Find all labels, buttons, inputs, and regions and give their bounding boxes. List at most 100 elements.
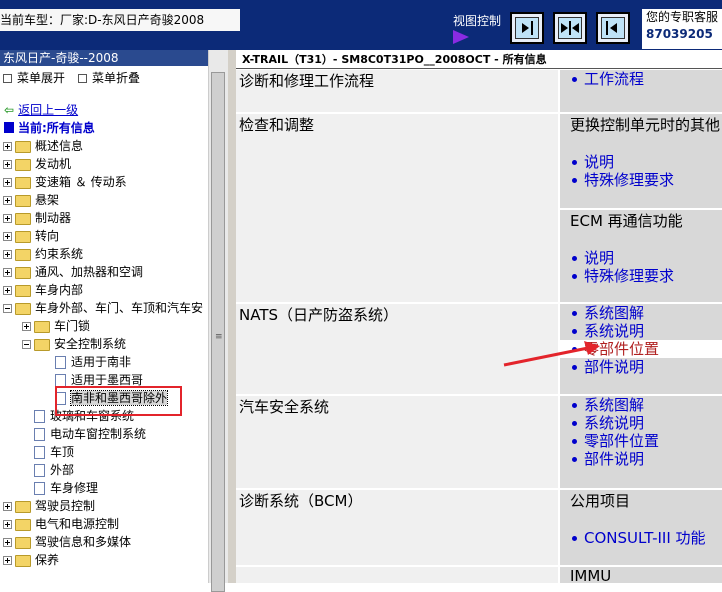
square-icon xyxy=(3,74,12,83)
tree-item[interactable]: 概述信息 xyxy=(3,137,83,155)
tree-item[interactable]: 制动器 xyxy=(3,209,71,227)
tree-item[interactable]: 电气和电源控制 xyxy=(3,515,119,533)
section-cell: 诊断和修理工作流程 xyxy=(236,70,558,112)
tree-item-label: 驾驶信息和多媒体 xyxy=(35,535,132,549)
doc-link[interactable]: CONSULT-III 功能 xyxy=(560,529,722,547)
collapse-all-button[interactable]: 菜单折叠 xyxy=(78,69,140,86)
annotation-box xyxy=(55,386,182,416)
expand-icon[interactable] xyxy=(3,160,12,169)
section-title: 诊断系统（BCM） xyxy=(239,492,363,510)
view-right-panel-button[interactable] xyxy=(596,12,630,44)
expand-icon[interactable] xyxy=(3,214,12,223)
collapse-icon[interactable] xyxy=(22,340,31,349)
tree-item[interactable]: 车顶 xyxy=(34,443,74,461)
expand-icon[interactable] xyxy=(22,322,31,331)
folder-icon xyxy=(15,554,31,567)
tree-item-label: 保养 xyxy=(35,553,60,567)
expand-icon[interactable] xyxy=(3,502,12,511)
panel-splitter[interactable] xyxy=(228,50,236,583)
scrollbar-thumb[interactable]: ≡ xyxy=(211,72,225,592)
tree-item-label: 转向 xyxy=(35,229,60,243)
expand-icon[interactable] xyxy=(3,196,12,205)
expand-all-button[interactable]: 菜单展开 xyxy=(3,69,65,86)
doc-link[interactable]: 零部件位置 xyxy=(560,432,722,450)
view-control-label: 视图控制 xyxy=(453,14,502,28)
links-cell: IMMU xyxy=(558,567,722,583)
link-list: CONSULT-III 功能 xyxy=(560,529,722,547)
tree-item[interactable]: 车身修理 xyxy=(34,479,98,497)
page-icon xyxy=(34,428,45,441)
tree-item[interactable]: 适用于南非 xyxy=(55,353,131,371)
tree-item-label: 车顶 xyxy=(50,445,75,459)
page-icon xyxy=(55,356,66,369)
doc-link[interactable]: 说明 xyxy=(560,249,722,267)
collapse-left-icon xyxy=(606,21,617,35)
page-icon xyxy=(34,446,45,459)
expand-icon[interactable] xyxy=(3,286,12,295)
expand-icon[interactable] xyxy=(3,520,12,529)
annotation-arrow-icon xyxy=(503,341,600,367)
tree-item[interactable]: 约束系统 xyxy=(3,245,83,263)
view-left-panel-button[interactable] xyxy=(510,12,544,44)
tree-item[interactable]: 车身内部 xyxy=(3,281,83,299)
section-cell: 诊断系统（BCM） xyxy=(236,490,558,565)
row-divider xyxy=(236,302,722,304)
vehicle-label: 当前车型：厂家:D-东风日产奇骏2008 xyxy=(0,9,240,31)
block-title: IMMU xyxy=(570,567,612,583)
back-link[interactable]: ⇦ 返回上一级 xyxy=(4,101,78,118)
tree-item[interactable]: 驾驶信息和多媒体 xyxy=(3,533,131,551)
collapse-icon[interactable] xyxy=(3,304,12,313)
tree-item-label: 外部 xyxy=(50,463,75,477)
tree-item[interactable]: 发动机 xyxy=(3,155,71,173)
expand-right-icon xyxy=(522,21,533,35)
doc-link[interactable]: 工作流程 xyxy=(560,70,722,88)
doc-link[interactable]: 特殊修理要求 xyxy=(560,267,722,285)
links-cell: 公用项目 CONSULT-III 功能 xyxy=(558,490,722,565)
expand-icon[interactable] xyxy=(3,250,12,259)
tree-item-label: 驾驶员控制 xyxy=(35,499,96,513)
expand-icon[interactable] xyxy=(3,232,12,241)
tree-item[interactable]: 车门锁 xyxy=(22,317,90,335)
doc-link[interactable]: 系统说明 xyxy=(560,414,722,432)
expand-icon[interactable] xyxy=(3,538,12,547)
row-divider xyxy=(236,565,722,567)
links-cell: 系统图解 系统说明 零部件位置 部件说明 xyxy=(558,396,722,488)
tree-item[interactable]: 电动车窗控制系统 xyxy=(34,425,146,443)
tree-item[interactable]: 悬架 xyxy=(3,191,59,209)
doc-link[interactable]: 系统图解 xyxy=(560,304,722,322)
section-title: 汽车安全系统 xyxy=(239,398,330,416)
folder-icon xyxy=(15,302,31,315)
doc-link[interactable]: 说明 xyxy=(560,153,722,171)
doc-link[interactable]: 部件说明 xyxy=(560,450,722,468)
links-cell: 更换控制单元时的其他 说明 特殊修理要求 xyxy=(558,114,722,208)
tree-item[interactable]: 驾驶员控制 xyxy=(3,497,95,515)
tree-item[interactable]: 安全控制系统 xyxy=(22,335,126,353)
folder-icon xyxy=(15,518,31,531)
folder-icon xyxy=(15,248,31,261)
tree-item-label: 车身修理 xyxy=(50,481,99,495)
back-arrow-icon: ⇦ xyxy=(4,103,15,117)
page-icon xyxy=(34,464,45,477)
section-cell xyxy=(236,567,558,583)
tree-item[interactable]: 外部 xyxy=(34,461,74,479)
doc-link[interactable]: 特殊修理要求 xyxy=(560,171,722,189)
doc-link[interactable]: 系统图解 xyxy=(560,396,722,414)
tree-scrollbar[interactable]: ≡ xyxy=(208,50,228,592)
tree-item[interactable]: 保养 xyxy=(3,551,59,569)
link-list: 说明 特殊修理要求 xyxy=(560,153,722,189)
expand-icon[interactable] xyxy=(3,178,12,187)
tree-item-label: 安全控制系统 xyxy=(54,337,127,351)
expand-icon[interactable] xyxy=(3,268,12,277)
section-title: 检查和调整 xyxy=(239,116,315,134)
tree-item-label: 约束系统 xyxy=(35,247,84,261)
folder-icon xyxy=(34,320,50,333)
folder-icon xyxy=(15,284,31,297)
tree-item[interactable]: 变速箱 ＆ 传动系 xyxy=(3,173,127,191)
navigation-panel: 东风日产-奇骏--2008 菜单展开 菜单折叠 ⇦ 返回上一级 当前:所有信息 概… xyxy=(0,50,228,592)
tree-item[interactable]: 通风、加热器和空调 xyxy=(3,263,143,281)
expand-icon[interactable] xyxy=(3,142,12,151)
tree-item[interactable]: 车身外部、车门、车顶和汽车安 xyxy=(3,299,203,317)
expand-icon[interactable] xyxy=(3,556,12,565)
view-split-button[interactable] xyxy=(553,12,587,44)
tree-item[interactable]: 转向 xyxy=(3,227,59,245)
